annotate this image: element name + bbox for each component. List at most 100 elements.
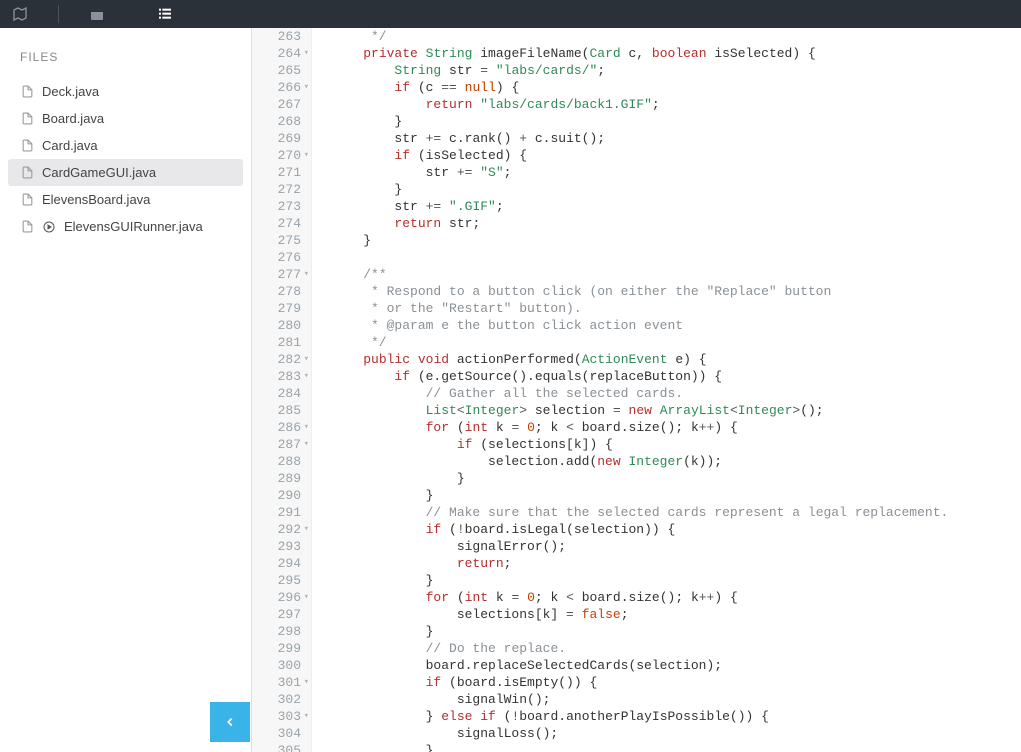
code-line[interactable]: selection.add(new Integer(k)); <box>332 453 1021 470</box>
code-line[interactable]: String str = "labs/cards/"; <box>332 62 1021 79</box>
line-number: 265 <box>258 62 301 79</box>
code-line[interactable]: // Gather all the selected cards. <box>332 385 1021 402</box>
file-item[interactable]: Deck.java <box>0 78 251 105</box>
code-line[interactable]: return str; <box>332 215 1021 232</box>
file-label: CardGameGUI.java <box>42 165 156 180</box>
code-line[interactable]: signalWin(); <box>332 691 1021 708</box>
code-line[interactable]: // Do the replace. <box>332 640 1021 657</box>
code-line[interactable]: if (e.getSource().equals(replaceButton))… <box>332 368 1021 385</box>
line-number: 263 <box>258 28 301 45</box>
map-icon[interactable] <box>10 4 30 24</box>
line-number: 277 <box>258 266 301 283</box>
code-line[interactable]: List<Integer> selection = new ArrayList<… <box>332 402 1021 419</box>
code-line[interactable]: */ <box>332 28 1021 45</box>
code-line[interactable]: signalError(); <box>332 538 1021 555</box>
code-editor[interactable]: 2632642652662672682692702712722732742752… <box>252 28 1021 752</box>
line-number: 284 <box>258 385 301 402</box>
file-label: Board.java <box>42 111 104 126</box>
code-line[interactable]: for (int k = 0; k < board.size(); k++) { <box>332 419 1021 436</box>
code-line[interactable]: public void actionPerformed(ActionEvent … <box>332 351 1021 368</box>
line-number: 295 <box>258 572 301 589</box>
code-line[interactable]: } <box>332 470 1021 487</box>
calendar-icon[interactable] <box>87 4 107 24</box>
code-line[interactable]: private String imageFileName(Card c, boo… <box>332 45 1021 62</box>
line-number: 289 <box>258 470 301 487</box>
line-number: 267 <box>258 96 301 113</box>
line-number: 297 <box>258 606 301 623</box>
code-line[interactable]: for (int k = 0; k < board.size(); k++) { <box>332 589 1021 606</box>
code-line[interactable]: signalLoss(); <box>332 725 1021 742</box>
code-line[interactable]: * @param e the button click action event <box>332 317 1021 334</box>
code-line[interactable]: } <box>332 487 1021 504</box>
code-line[interactable]: board.replaceSelectedCards(selection); <box>332 657 1021 674</box>
code-line[interactable]: return "labs/cards/back1.GIF"; <box>332 96 1021 113</box>
code-line[interactable]: } <box>332 232 1021 249</box>
code-line[interactable]: } <box>332 623 1021 640</box>
list-icon[interactable] <box>155 4 175 24</box>
code-line[interactable]: if (c == null) { <box>332 79 1021 96</box>
line-number: 264 <box>258 45 301 62</box>
file-label: Deck.java <box>42 84 99 99</box>
code-line[interactable]: } <box>332 742 1021 752</box>
file-item[interactable]: ElevensBoard.java <box>0 186 251 213</box>
file-icon <box>20 112 34 126</box>
file-label: ElevensBoard.java <box>42 192 150 207</box>
line-number: 268 <box>258 113 301 130</box>
code-line[interactable]: return; <box>332 555 1021 572</box>
line-number: 292 <box>258 521 301 538</box>
code-line[interactable]: * Respond to a button click (on either t… <box>332 283 1021 300</box>
file-item[interactable]: Card.java <box>0 132 251 159</box>
code-line[interactable]: if (selections[k]) { <box>332 436 1021 453</box>
file-icon <box>20 220 34 234</box>
file-item[interactable]: Board.java <box>0 105 251 132</box>
line-number: 301 <box>258 674 301 691</box>
line-number: 279 <box>258 300 301 317</box>
line-number: 296 <box>258 589 301 606</box>
toolbar-divider <box>58 5 59 23</box>
code-line[interactable]: */ <box>332 334 1021 351</box>
line-number: 299 <box>258 640 301 657</box>
line-number: 276 <box>258 249 301 266</box>
line-number: 300 <box>258 657 301 674</box>
file-icon <box>20 85 34 99</box>
code-line[interactable]: if (board.isEmpty()) { <box>332 674 1021 691</box>
file-list: Deck.java Board.java Card.java CardGameGUI.… <box>0 78 251 240</box>
line-number: 275 <box>258 232 301 249</box>
line-number: 280 <box>258 317 301 334</box>
file-item[interactable]: CardGameGUI.java <box>8 159 243 186</box>
code-area[interactable]: */ private String imageFileName(Card c, … <box>312 28 1021 752</box>
line-number: 271 <box>258 164 301 181</box>
collapse-sidebar-button[interactable] <box>210 702 250 742</box>
line-number: 278 <box>258 283 301 300</box>
code-line[interactable]: } <box>332 572 1021 589</box>
code-line[interactable]: if (isSelected) { <box>332 147 1021 164</box>
code-line[interactable]: } <box>332 113 1021 130</box>
code-line[interactable]: // Make sure that the selected cards rep… <box>332 504 1021 521</box>
line-number: 288 <box>258 453 301 470</box>
line-number: 298 <box>258 623 301 640</box>
code-line[interactable]: } <box>332 181 1021 198</box>
line-number: 281 <box>258 334 301 351</box>
code-line[interactable]: str += "S"; <box>332 164 1021 181</box>
line-number: 285 <box>258 402 301 419</box>
code-line[interactable]: } else if (!board.anotherPlayIsPossible(… <box>332 708 1021 725</box>
code-line[interactable]: * or the "Restart" button). <box>332 300 1021 317</box>
code-line[interactable]: /** <box>332 266 1021 283</box>
line-number: 273 <box>258 198 301 215</box>
line-number: 294 <box>258 555 301 572</box>
line-number: 286 <box>258 419 301 436</box>
play-icon[interactable] <box>42 220 56 234</box>
sidebar: FILES Deck.javaBoard.javaCard.javaCardGa… <box>0 28 252 752</box>
code-line[interactable]: if (!board.isLegal(selection)) { <box>332 521 1021 538</box>
code-line[interactable]: str += c.rank() + c.suit(); <box>332 130 1021 147</box>
line-number: 291 <box>258 504 301 521</box>
line-number: 266 <box>258 79 301 96</box>
line-number: 302 <box>258 691 301 708</box>
code-line[interactable] <box>332 249 1021 266</box>
code-line[interactable]: selections[k] = false; <box>332 606 1021 623</box>
file-item[interactable]: ElevensGUIRunner.java <box>0 213 251 240</box>
code-line[interactable]: str += ".GIF"; <box>332 198 1021 215</box>
line-gutter: 2632642652662672682692702712722732742752… <box>252 28 312 752</box>
line-number: 269 <box>258 130 301 147</box>
file-icon <box>20 193 34 207</box>
